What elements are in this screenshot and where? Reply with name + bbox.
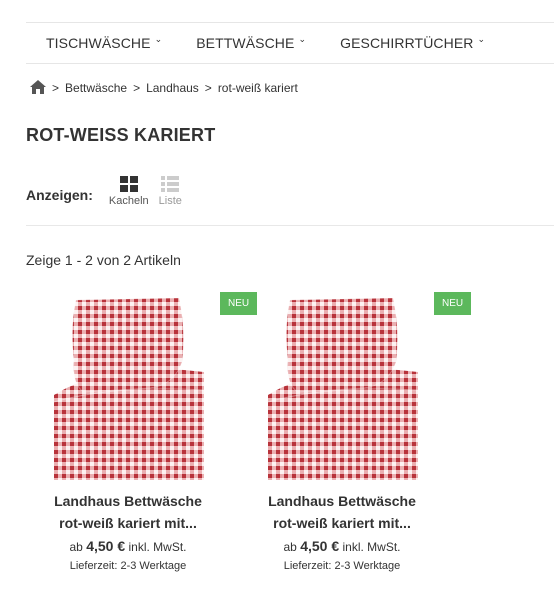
breadcrumb-item-current[interactable]: rot-weiß kariert bbox=[218, 81, 298, 95]
chevron-down-icon: ⌄ bbox=[154, 33, 163, 44]
chevron-down-icon: ⌄ bbox=[477, 33, 486, 44]
product-price: ab 4,50 € inkl. MwSt. bbox=[242, 538, 442, 554]
price-prefix: ab bbox=[283, 540, 297, 554]
delivery-time: Lieferzeit: 2-3 Werktage bbox=[283, 560, 401, 572]
product-card[interactable]: NEU Landhaus Bettwäsche rot-weiß kariert… bbox=[242, 290, 472, 572]
view-label: Anzeigen: bbox=[26, 187, 93, 203]
nav-item-label: BETTWÄSCHE bbox=[196, 35, 295, 51]
breadcrumb-separator: > bbox=[204, 81, 212, 95]
product-image[interactable]: NEU bbox=[267, 290, 472, 480]
product-name[interactable]: Landhaus Bettwäsche rot-weiß kariert mit… bbox=[242, 490, 442, 534]
breadcrumb-separator: > bbox=[133, 81, 141, 95]
view-list-button[interactable]: Liste bbox=[159, 176, 182, 207]
home-icon[interactable] bbox=[30, 79, 46, 97]
product-name-line2: rot-weiß kariert mit... bbox=[59, 515, 197, 531]
product-card[interactable]: NEU Landhaus Bettwäsche rot-weiß kariert… bbox=[28, 290, 258, 572]
breadcrumb-separator: > bbox=[52, 81, 60, 95]
grid-icon bbox=[119, 176, 138, 192]
new-badge: NEU bbox=[434, 292, 472, 315]
breadcrumb-item-bettwaesche[interactable]: Bettwäsche bbox=[65, 81, 127, 95]
delivery-time: Lieferzeit: 2-3 Werktage bbox=[69, 560, 187, 572]
product-image[interactable]: NEU bbox=[53, 290, 258, 480]
list-icon bbox=[161, 176, 180, 192]
nav-item-bettwaesche[interactable]: BETTWÄSCHE ⌄ bbox=[196, 33, 307, 52]
view-tiles-button[interactable]: Kacheln bbox=[109, 176, 149, 207]
view-tiles-label: Kacheln bbox=[108, 195, 149, 207]
chevron-down-icon: ⌄ bbox=[298, 33, 307, 44]
nav-item-geschirrtuecher[interactable]: GESCHIRRTÜCHER ⌄ bbox=[340, 33, 486, 52]
product-name-line1: Landhaus Bettwäsche bbox=[268, 493, 416, 509]
view-switcher: Anzeigen: Kacheln Liste bbox=[26, 176, 182, 207]
nav-item-label: GESCHIRRTÜCHER bbox=[340, 35, 474, 51]
view-list-label: Liste bbox=[158, 195, 182, 207]
results-count: Zeige 1 - 2 von 2 Artikeln bbox=[26, 252, 181, 268]
product-name-line1: Landhaus Bettwäsche bbox=[54, 493, 202, 509]
price-suffix: inkl. MwSt. bbox=[342, 540, 401, 554]
product-price: ab 4,50 € inkl. MwSt. bbox=[28, 538, 228, 554]
product-name[interactable]: Landhaus Bettwäsche rot-weiß kariert mit… bbox=[28, 490, 228, 534]
product-name-line2: rot-weiß kariert mit... bbox=[273, 515, 411, 531]
price-prefix: ab bbox=[69, 540, 83, 554]
page-title: ROT-WEISS KARIERT bbox=[26, 125, 216, 146]
breadcrumb-item-landhaus[interactable]: Landhaus bbox=[146, 81, 199, 95]
price-value: 4,50 € bbox=[86, 538, 126, 554]
breadcrumb: > Bettwäsche > Landhaus > rot-weiß karie… bbox=[30, 79, 298, 97]
price-suffix: inkl. MwSt. bbox=[128, 540, 187, 554]
main-navigation: TISCHWÄSCHE ⌄ BETTWÄSCHE ⌄ GESCHIRRTÜCHE… bbox=[26, 23, 554, 64]
nav-item-label: TISCHWÄSCHE bbox=[46, 35, 151, 51]
nav-item-tischwaesche[interactable]: TISCHWÄSCHE ⌄ bbox=[46, 33, 163, 52]
price-value: 4,50 € bbox=[300, 538, 340, 554]
divider bbox=[26, 225, 554, 226]
